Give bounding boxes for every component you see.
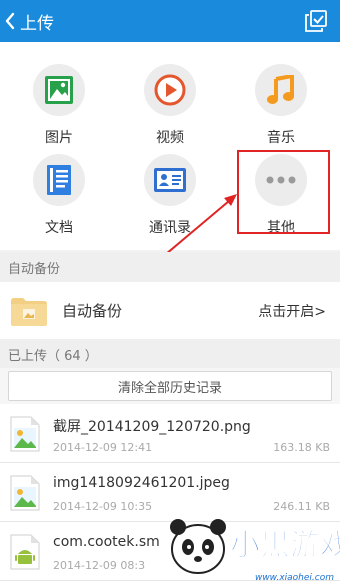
file-date: 2014-12-09 08:3 (53, 559, 146, 572)
folder-icon (11, 297, 47, 326)
image-file-icon (10, 475, 40, 511)
document-icon (33, 154, 85, 206)
music-icon (255, 64, 307, 116)
category-videos[interactable]: 视频 (115, 64, 225, 147)
enable-auto-backup-link[interactable]: 点击开启> (258, 301, 326, 321)
chevron-left-icon (5, 12, 15, 30)
category-pictures[interactable]: 图片 (4, 64, 114, 147)
file-date: 2014-12-09 12:41 (53, 441, 153, 454)
section-header-auto-backup: 自动备份 (0, 252, 340, 282)
section-header-uploaded: 已上传（ 64 ） (0, 339, 340, 369)
image-file-icon (10, 416, 40, 452)
category-music[interactable]: 音乐 (226, 64, 336, 147)
category-label: 文档 (45, 220, 73, 236)
file-name: img1418092461201.jpeg (53, 475, 230, 491)
category-label: 图片 (45, 130, 73, 146)
file-size: 163.18 KB (273, 441, 330, 454)
contact-card-icon (144, 154, 196, 206)
file-row[interactable]: com.cootek.sm 2014-12-09 08:3 (0, 522, 340, 581)
file-list: 截屏_20141209_120720.png 2014-12-09 12:41 … (0, 404, 340, 585)
file-row[interactable]: 截屏_20141209_120720.png 2014-12-09 12:41 … (0, 404, 340, 463)
highlight-box (237, 150, 330, 234)
category-label: 视频 (156, 130, 184, 146)
page-title: 上传 (20, 13, 54, 34)
image-icon (33, 64, 85, 116)
auto-backup-row[interactable]: 自动备份 点击开启> (0, 282, 340, 339)
top-bar: 上传 (0, 0, 340, 42)
file-row[interactable]: img1418092461201.jpeg 2014-12-09 10:35 2… (0, 463, 340, 522)
file-date: 2014-12-09 10:35 (53, 500, 153, 513)
category-label: 通讯录 (149, 220, 191, 236)
category-label: 音乐 (267, 130, 295, 146)
file-size: 246.11 KB (273, 500, 330, 513)
category-contacts[interactable]: 通讯录 (115, 154, 225, 237)
select-check-icon[interactable] (304, 9, 328, 33)
play-icon (144, 64, 196, 116)
category-documents[interactable]: 文档 (4, 154, 114, 237)
clear-history-area: 清除全部历史记录 (0, 368, 340, 408)
auto-backup-label: 自动备份 (62, 302, 123, 320)
file-name: 截屏_20141209_120720.png (53, 419, 251, 435)
clear-history-button[interactable]: 清除全部历史记录 (8, 371, 332, 401)
android-apk-icon (10, 534, 40, 570)
file-name: com.cootek.sm (53, 534, 160, 550)
back-button[interactable]: 上传 (0, 0, 54, 42)
